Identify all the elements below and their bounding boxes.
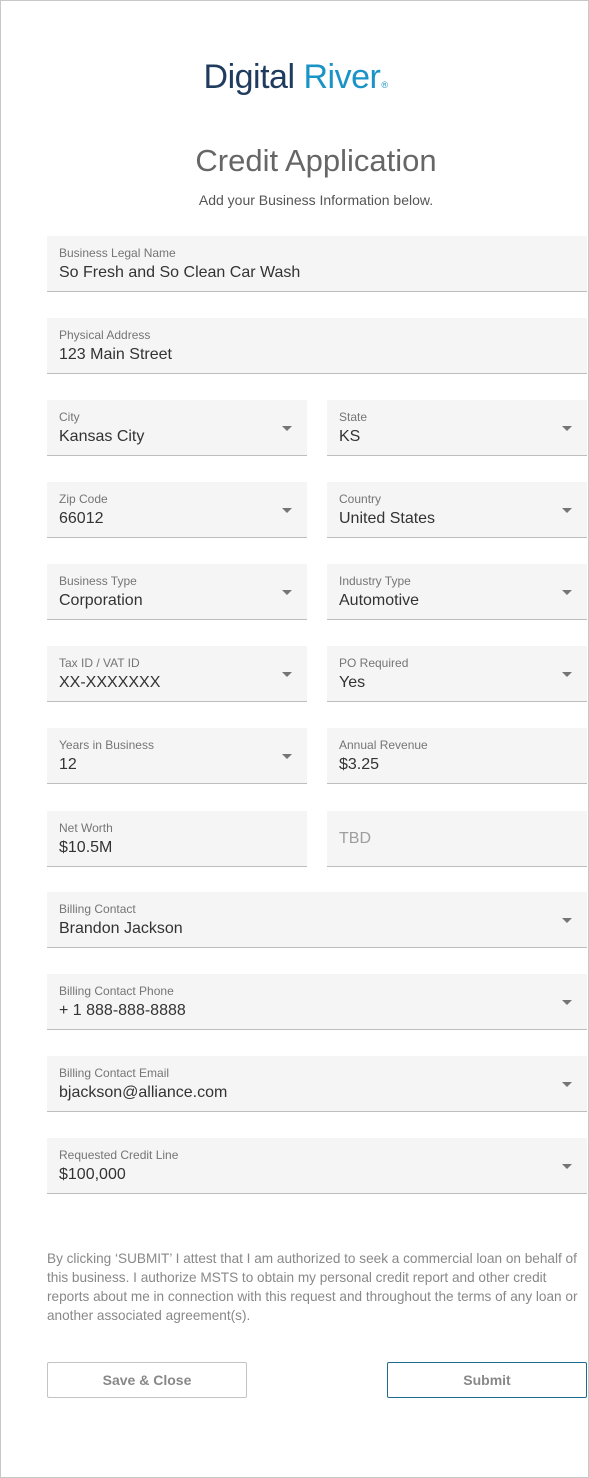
net-worth-value: $10.5M [59,839,113,856]
physical-address-label: Physical Address [59,328,151,342]
country-label: Country [339,492,382,506]
city-select[interactable]: City Kansas City [47,400,307,456]
industry-type-label: Industry Type [339,574,411,588]
state-value: KS [339,428,361,445]
business-type-select[interactable]: Business Type Corporation [47,564,307,620]
po-required-select[interactable]: PO Required Yes [327,646,587,702]
chevron-down-icon [562,590,572,595]
billing-contact-value: Brandon Jackson [59,920,183,937]
page-title: Credit Application [195,143,437,178]
net-worth-field[interactable]: Net Worth $10.5M [47,811,307,867]
billing-contact-phone-select[interactable]: Billing Contact Phone + 1 888-888-8888 [47,974,587,1030]
requested-credit-line-select[interactable]: Requested Credit Line $100,000 [47,1138,587,1194]
tbd-field[interactable]: TBD [327,811,587,867]
tbd-placeholder: TBD [339,830,371,847]
billing-contact-email-label: Billing Contact Email [59,1066,170,1080]
chevron-down-icon [282,426,292,431]
submit-button[interactable]: Submit [387,1362,587,1398]
business-legal-name-label: Business Legal Name [59,246,176,260]
tax-id-label: Tax ID / VAT ID [59,656,140,670]
state-select[interactable]: State KS [327,400,587,456]
billing-contact-email-value: bjackson@alliance.com [59,1084,228,1101]
years-in-business-label: Years in Business [59,738,154,752]
zip-code-value: 66012 [59,510,104,527]
net-worth-label: Net Worth [59,821,113,835]
chevron-down-icon [562,918,572,923]
logo-word-digital: Digital [203,58,295,96]
registered-mark: ® [381,80,388,90]
years-in-business-value: 12 [59,756,77,773]
chevron-down-icon [282,754,292,759]
credit-application-page: Digital River® Credit Application Add yo… [0,0,589,1478]
billing-contact-phone-label: Billing Contact Phone [59,984,174,998]
zip-code-select[interactable]: Zip Code 66012 [47,482,307,538]
chevron-down-icon [282,672,292,677]
business-type-label: Business Type [59,574,137,588]
save-close-button[interactable]: Save & Close [47,1362,247,1398]
physical-address-value: 123 Main Street [59,346,172,363]
city-label: City [59,410,80,424]
physical-address-field[interactable]: Physical Address 123 Main Street [47,318,587,374]
billing-contact-label: Billing Contact [59,902,136,916]
country-select[interactable]: Country United States [327,482,587,538]
chevron-down-icon [282,590,292,595]
chevron-down-icon [282,508,292,513]
logo-word-river: River [303,58,381,96]
business-legal-name-field[interactable]: Business Legal Name So Fresh and So Clea… [47,236,587,292]
annual-revenue-label: Annual Revenue [339,738,428,752]
chevron-down-icon [562,1082,572,1087]
billing-contact-phone-value: + 1 888-888-8888 [59,1002,186,1019]
requested-credit-line-value: $100,000 [59,1166,126,1183]
tax-id-select[interactable]: Tax ID / VAT ID XX-XXXXXXX [47,646,307,702]
billing-contact-select[interactable]: Billing Contact Brandon Jackson [47,892,587,948]
tax-id-value: XX-XXXXXXX [59,674,161,691]
annual-revenue-value: $3.25 [339,756,380,773]
industry-type-value: Automotive [339,592,420,609]
chevron-down-icon [562,1000,572,1005]
chevron-down-icon [562,1164,572,1169]
state-label: State [339,410,368,424]
chevron-down-icon [562,672,572,677]
disclaimer-text: By clicking ‘SUBMIT’ I attest that I am … [47,1251,578,1323]
billing-contact-email-select[interactable]: Billing Contact Email bjackson@alliance.… [47,1056,587,1112]
chevron-down-icon [562,426,572,431]
page-subtitle: Add your Business Information below. [198,192,434,208]
country-value: United States [339,510,436,527]
annual-revenue-field[interactable]: Annual Revenue $3.25 [327,728,587,784]
business-legal-name-value: So Fresh and So Clean Car Wash [59,264,301,281]
po-required-value: Yes [339,674,366,691]
years-in-business-select[interactable]: Years in Business 12 [47,728,307,784]
industry-type-select[interactable]: Industry Type Automotive [327,564,587,620]
digital-river-logo: Digital River® [1,57,589,97]
chevron-down-icon [562,508,572,513]
zip-code-label: Zip Code [59,492,108,506]
business-type-value: Corporation [59,592,143,609]
city-value: Kansas City [59,428,145,445]
po-required-label: PO Required [339,656,409,670]
requested-credit-line-label: Requested Credit Line [59,1148,179,1162]
